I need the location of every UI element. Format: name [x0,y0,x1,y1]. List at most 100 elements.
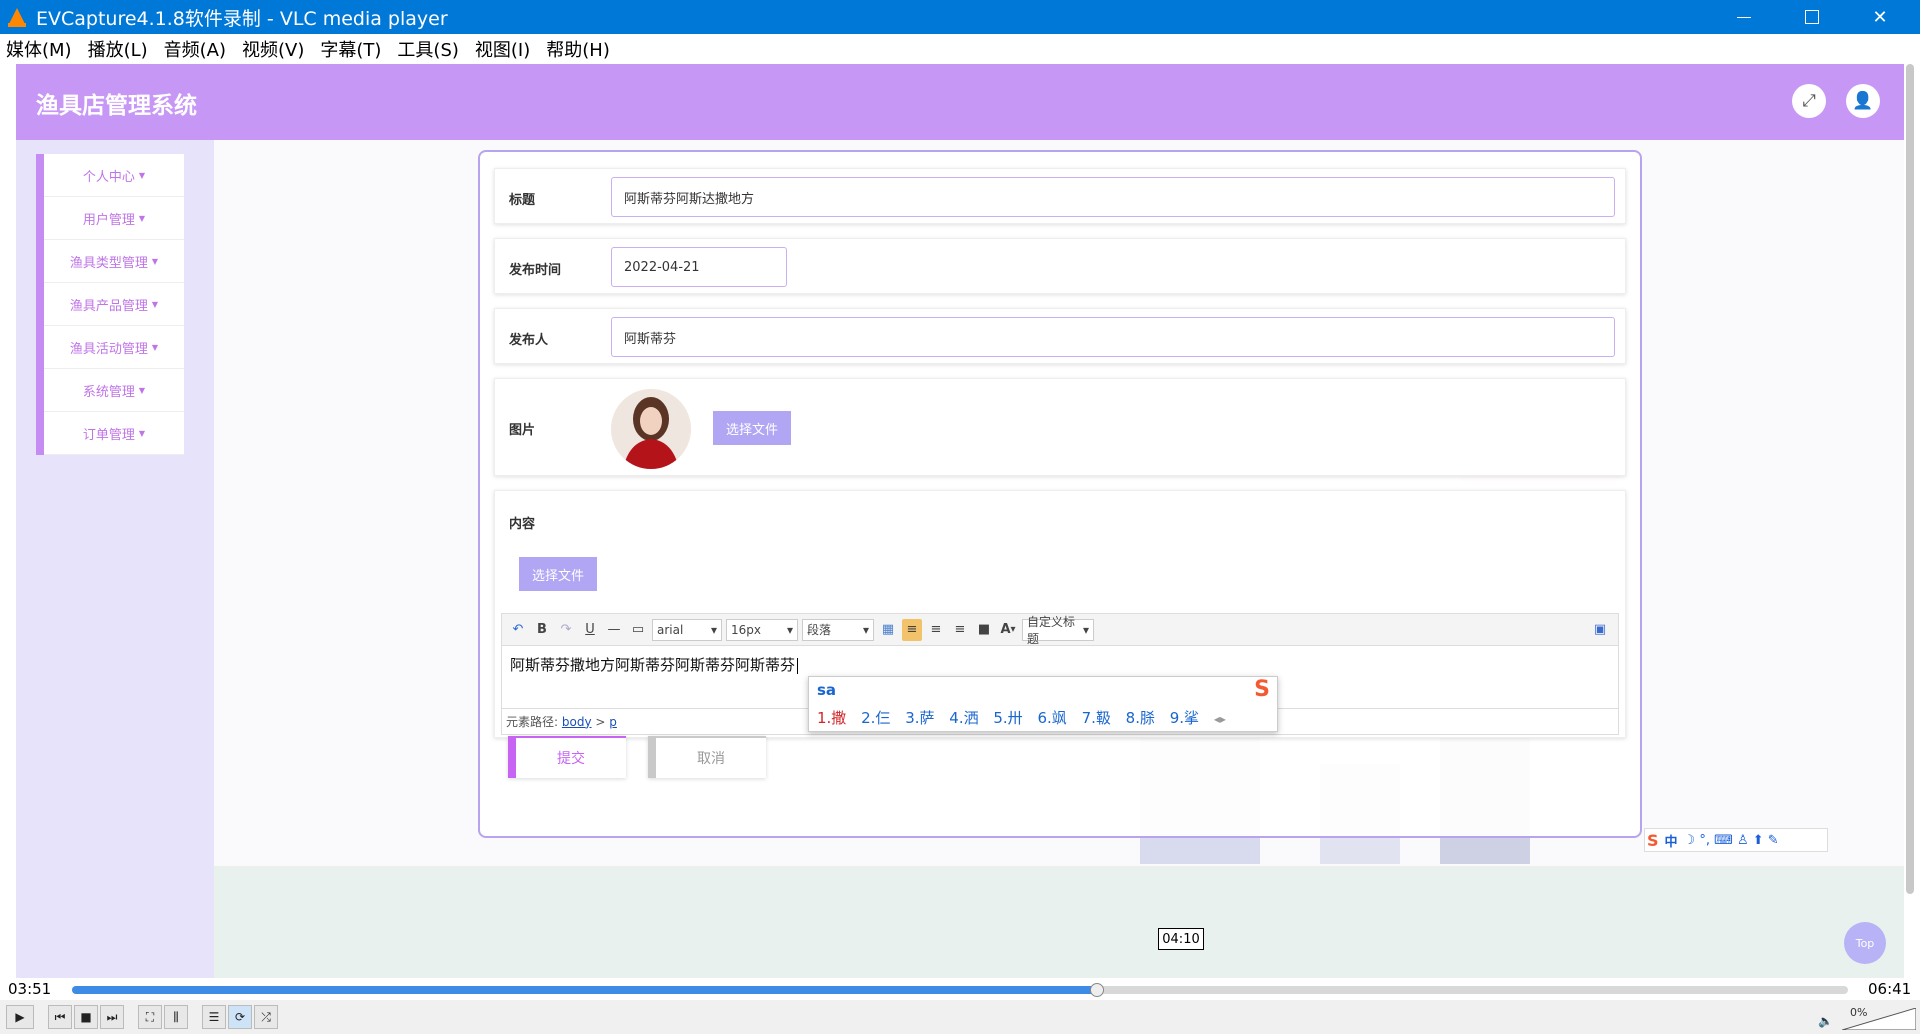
window-titlebar: EVCapture4.1.8软件录制 - VLC media player ✕ [0,0,1920,34]
source-view-icon[interactable]: ▣ [1590,619,1610,641]
publish-time-label: 发布时间 [509,263,562,278]
random-icon[interactable]: ⤮ [254,1005,278,1029]
seek-handle[interactable] [1089,983,1104,997]
custom-title-select[interactable]: 自定义标题 ▾ [1022,615,1094,646]
back-to-top-button[interactable]: Top [1844,922,1886,964]
sidebar-item-personal-center[interactable]: 个人中心 ▼ [44,154,184,197]
align-right-icon[interactable]: ≡ [950,619,970,641]
publisher-row: 发布人 阿斯蒂芬 [494,308,1626,364]
publisher-input[interactable]: 阿斯蒂芬 [611,317,1615,357]
ime-mode-chinese[interactable]: 中 [1665,831,1678,850]
next-icon[interactable]: ⏭ [100,1005,124,1029]
ime-candidate[interactable]: 2.仨 [861,709,890,727]
volume-level: 0% [1850,1006,1868,1019]
extended-settings-icon[interactable]: ⫼ [164,1005,188,1029]
loop-icon[interactable]: ⟳ [228,1005,252,1029]
sidebar-item-system-management[interactable]: 系统管理 ▼ [44,369,184,412]
close-button[interactable]: ✕ [1846,0,1914,34]
image-preview [611,389,691,469]
ime-status-bar: S 中 ☽ °, ⌨ ♙ ⬆ ✎ [1644,828,1828,852]
menu-playback[interactable]: 播放(L) [88,36,148,62]
editor-toolbar: ↶ B ↷ U — ▭ arial ▾ 16px ▾ 段落 ▾ ▦ ≡ ≡ ≡ ■ A… [502,614,1618,646]
font-color-icon[interactable]: A ▾ [998,619,1018,641]
align-left-icon[interactable]: ≡ [902,618,922,641]
main-footer-band [214,866,1904,978]
user-icon[interactable]: 👤 [1846,84,1880,118]
content-label: 内容 [509,517,536,532]
menu-audio[interactable]: 音频(A) [164,36,226,62]
ime-tool-icons[interactable]: ☽ °, ⌨ ♙ ⬆ ✎ [1684,833,1779,848]
title-label: 标题 [509,193,536,208]
total-time: 06:41 [1868,980,1912,998]
volume-icon[interactable]: 🔈 [1818,1014,1833,1028]
restore-button[interactable] [1778,0,1846,34]
bold-icon[interactable]: B [532,619,552,641]
previous-icon[interactable]: ⏮ [48,1005,72,1029]
menu-media[interactable]: 媒体(M) [6,36,72,62]
text-cursor [797,657,799,674]
player-controls: ▶ ⏮ ■ ⏭ ⛶ ⫼ ☰ ⟳ ⤮ 🔈 0% [0,1000,1920,1034]
font-size-select[interactable]: 16px ▾ [726,618,798,641]
submit-button[interactable]: 提交 [508,736,626,778]
title-row: 标题 阿斯蒂芬阿斯达撒地方 [494,168,1626,224]
playlist-icon[interactable]: ☰ [202,1005,226,1029]
ime-candidate[interactable]: 8.脎 [1126,709,1155,727]
menu-subtitle[interactable]: 字幕(T) [320,36,381,62]
underline-icon[interactable]: U [580,619,600,641]
menu-video[interactable]: 视频(V) [242,36,304,62]
ime-candidate[interactable]: 7.靸 [1082,709,1111,727]
ime-candidate[interactable]: 3.萨 [905,709,934,727]
seek-slider[interactable] [72,986,1848,994]
table-icon[interactable]: ▦ [878,619,898,641]
seek-progress-fill [72,986,1097,994]
cancel-button[interactable]: 取消 [648,736,766,778]
sidebar-item-tackle-activity-management[interactable]: 渔具活动管理 ▼ [44,326,184,369]
sidebar-item-tackle-product-management[interactable]: 渔具产品管理 ▼ [44,283,184,326]
seek-time-tooltip: 04:10 [1158,928,1204,950]
caret-down-icon: ▼ [138,213,146,223]
align-center-icon[interactable]: ≡ [926,619,946,641]
editor-text: 阿斯蒂芬撒地方阿斯蒂芬阿斯蒂芬阿斯蒂芬 [510,656,796,674]
caret-down-icon: ▼ [138,170,146,180]
stop-icon[interactable]: ■ [74,1005,98,1029]
sidebar: 个人中心 ▼ 用户管理 ▼ 渔具类型管理 ▼ 渔具产品管理 ▼ 渔具活动管理 ▼ 系统管理… [36,154,184,455]
video-area[interactable]: 渔具店管理系统 ⤢ 👤 个人中心 ▼ 用户管理 ▼ 渔具类型管理 ▼ 渔具产品管理 ▼ … [0,64,1920,978]
undo-icon[interactable]: ↶ [508,619,528,641]
minimize-button[interactable] [1710,0,1778,34]
fullscreen-toggle-icon[interactable]: ⛶ [138,1005,162,1029]
ime-candidate[interactable]: 5.卅 [993,709,1022,727]
menu-help[interactable]: 帮助(H) [546,36,610,62]
app-header: 渔具店管理系统 ⤢ 👤 [16,64,1904,140]
ime-candidate[interactable]: 6.飒 [1037,709,1066,727]
caret-down-icon: ▼ [138,385,146,395]
path-p-link[interactable]: p [609,715,617,729]
content-choose-file-button[interactable]: 选择文件 [519,557,597,591]
sidebar-item-user-management[interactable]: 用户管理 ▼ [44,197,184,240]
ime-candidate[interactable]: 1.撒 [817,709,846,727]
publisher-label: 发布人 [509,333,549,348]
sogou-status-logo-icon[interactable]: S [1647,831,1659,850]
paragraph-select[interactable]: 段落 ▾ [802,618,874,641]
horizontal-rule-icon[interactable]: — [604,619,624,641]
sidebar-item-order-management[interactable]: 订单管理 ▼ [44,412,184,455]
path-body-link[interactable]: body [562,715,592,729]
image-choose-file-button[interactable]: 选择文件 [713,411,791,445]
redo-icon[interactable]: ↷ [556,619,576,641]
sidebar-item-tackle-type-management[interactable]: 渔具类型管理 ▼ [44,240,184,283]
menu-tools[interactable]: 工具(S) [397,36,458,62]
menu-view[interactable]: 视图(I) [475,36,530,62]
play-icon[interactable]: ▶ [6,1005,34,1029]
article-form: 标题 阿斯蒂芬阿斯达撒地方 发布时间 2022-04-21 发布人 阿斯蒂芬 图… [478,150,1642,838]
publish-date-input[interactable]: 2022-04-21 [611,247,787,287]
ime-candidate[interactable]: 9.挲 [1170,709,1199,727]
justify-icon[interactable]: ■ [974,619,994,641]
document-icon[interactable]: ▭ [628,619,648,641]
sogou-logo-icon: S [1254,677,1270,702]
font-family-select[interactable]: arial ▾ [652,618,722,641]
elapsed-time: 03:51 [8,980,52,998]
ime-candidate[interactable]: 4.洒 [949,709,978,727]
page-scrollbar[interactable] [1906,64,1914,894]
ime-page-arrows-icon[interactable]: ◂▸ [1214,712,1226,726]
title-input[interactable]: 阿斯蒂芬阿斯达撒地方 [611,177,1615,217]
fullscreen-icon[interactable]: ⤢ [1792,84,1826,118]
